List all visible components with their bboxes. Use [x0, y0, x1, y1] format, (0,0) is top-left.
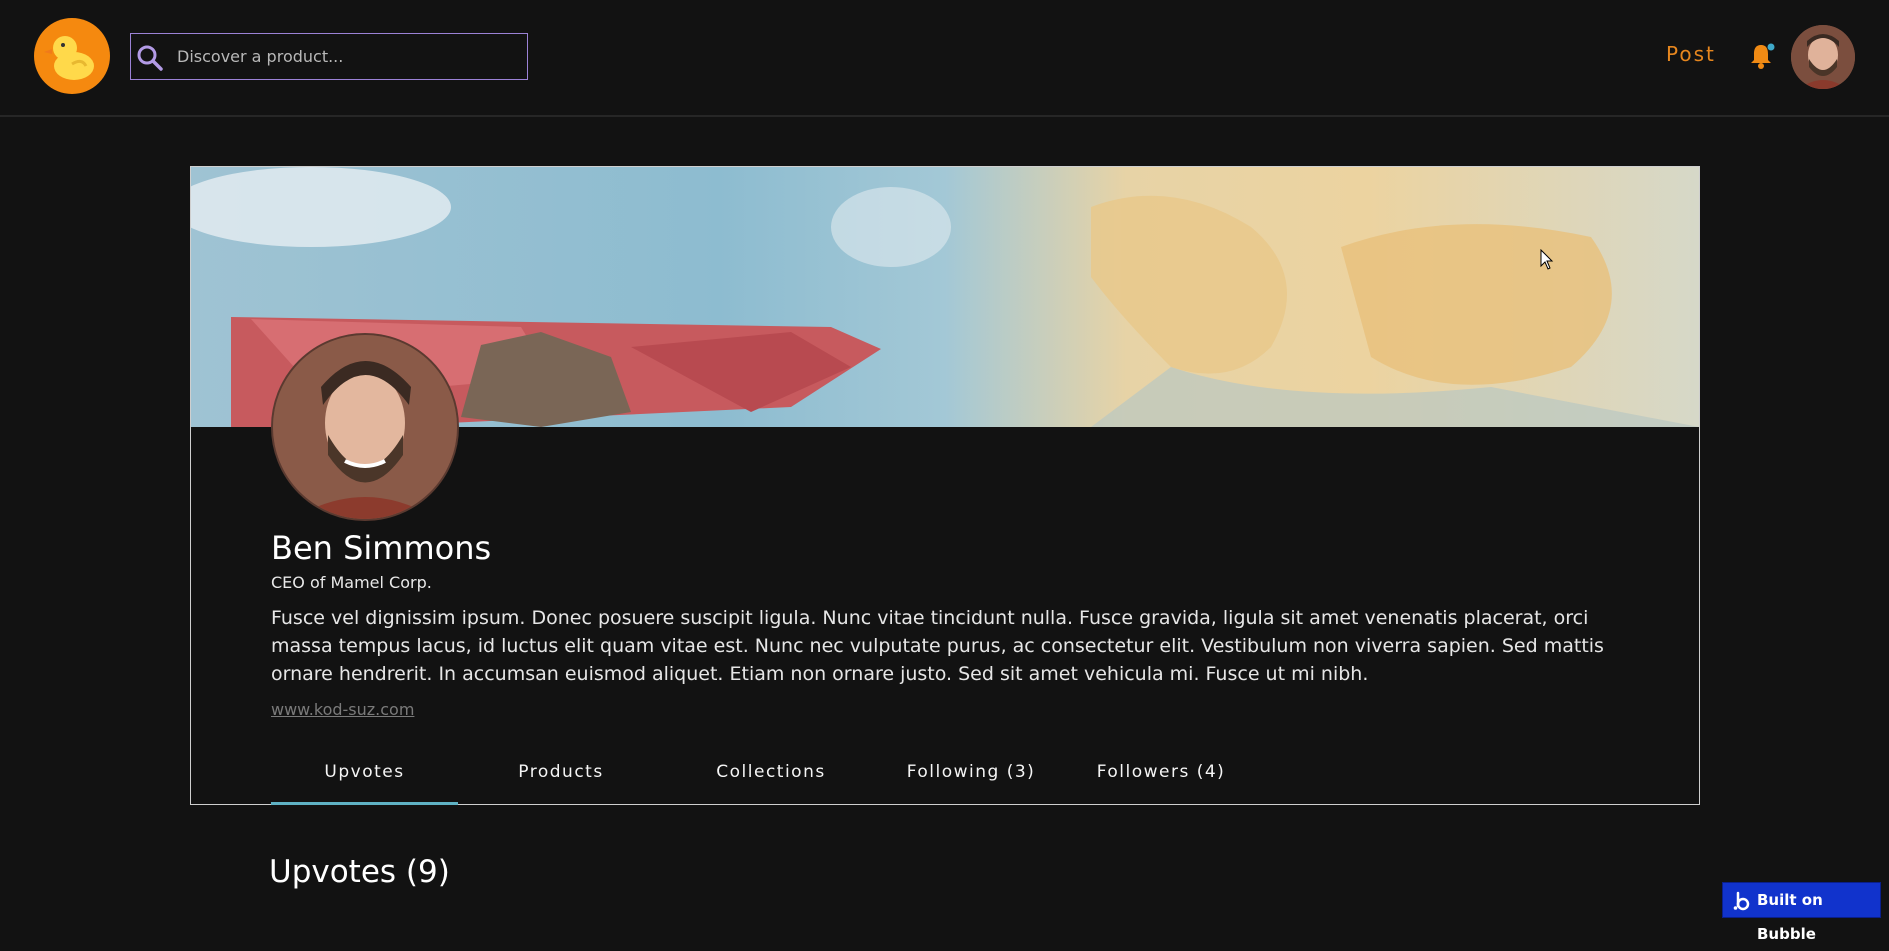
notification-dot [1767, 43, 1775, 51]
profile-avatar [271, 333, 459, 521]
tab-products[interactable]: Products [466, 751, 656, 805]
profile-role: CEO of Mamel Corp. [271, 573, 432, 592]
search-input[interactable] [177, 34, 517, 79]
website-link[interactable]: www.kod-suz.com [271, 700, 414, 719]
profile-bio: Fusce vel dignissim ipsum. Donec posuere… [271, 607, 1604, 685]
profile-card: Ben Simmons CEO of Mamel Corp. Fusce vel… [190, 166, 1700, 805]
tab-collections[interactable]: Collections [671, 751, 871, 805]
section-title: Upvotes (9) [269, 854, 450, 890]
tab-upvotes[interactable]: Upvotes [271, 751, 458, 805]
profile-name: Ben Simmons [271, 529, 492, 567]
search-bar[interactable] [130, 33, 528, 80]
post-link[interactable]: Post [1666, 42, 1716, 72]
top-header: Post [0, 0, 1889, 117]
badge-label: Built on Bubble [1757, 891, 1823, 943]
duck-logo-icon[interactable] [34, 18, 110, 94]
built-on-bubble-badge[interactable]: Built on Bubble [1722, 882, 1881, 943]
user-avatar[interactable] [1791, 25, 1855, 89]
tab-following[interactable]: Following (3) [881, 751, 1061, 805]
search-icon [137, 45, 163, 71]
bell-icon[interactable] [1749, 42, 1775, 70]
mouse-cursor-icon [1540, 249, 1554, 270]
tab-followers[interactable]: Followers (4) [1071, 751, 1251, 805]
bubble-logo-icon [1733, 891, 1750, 911]
